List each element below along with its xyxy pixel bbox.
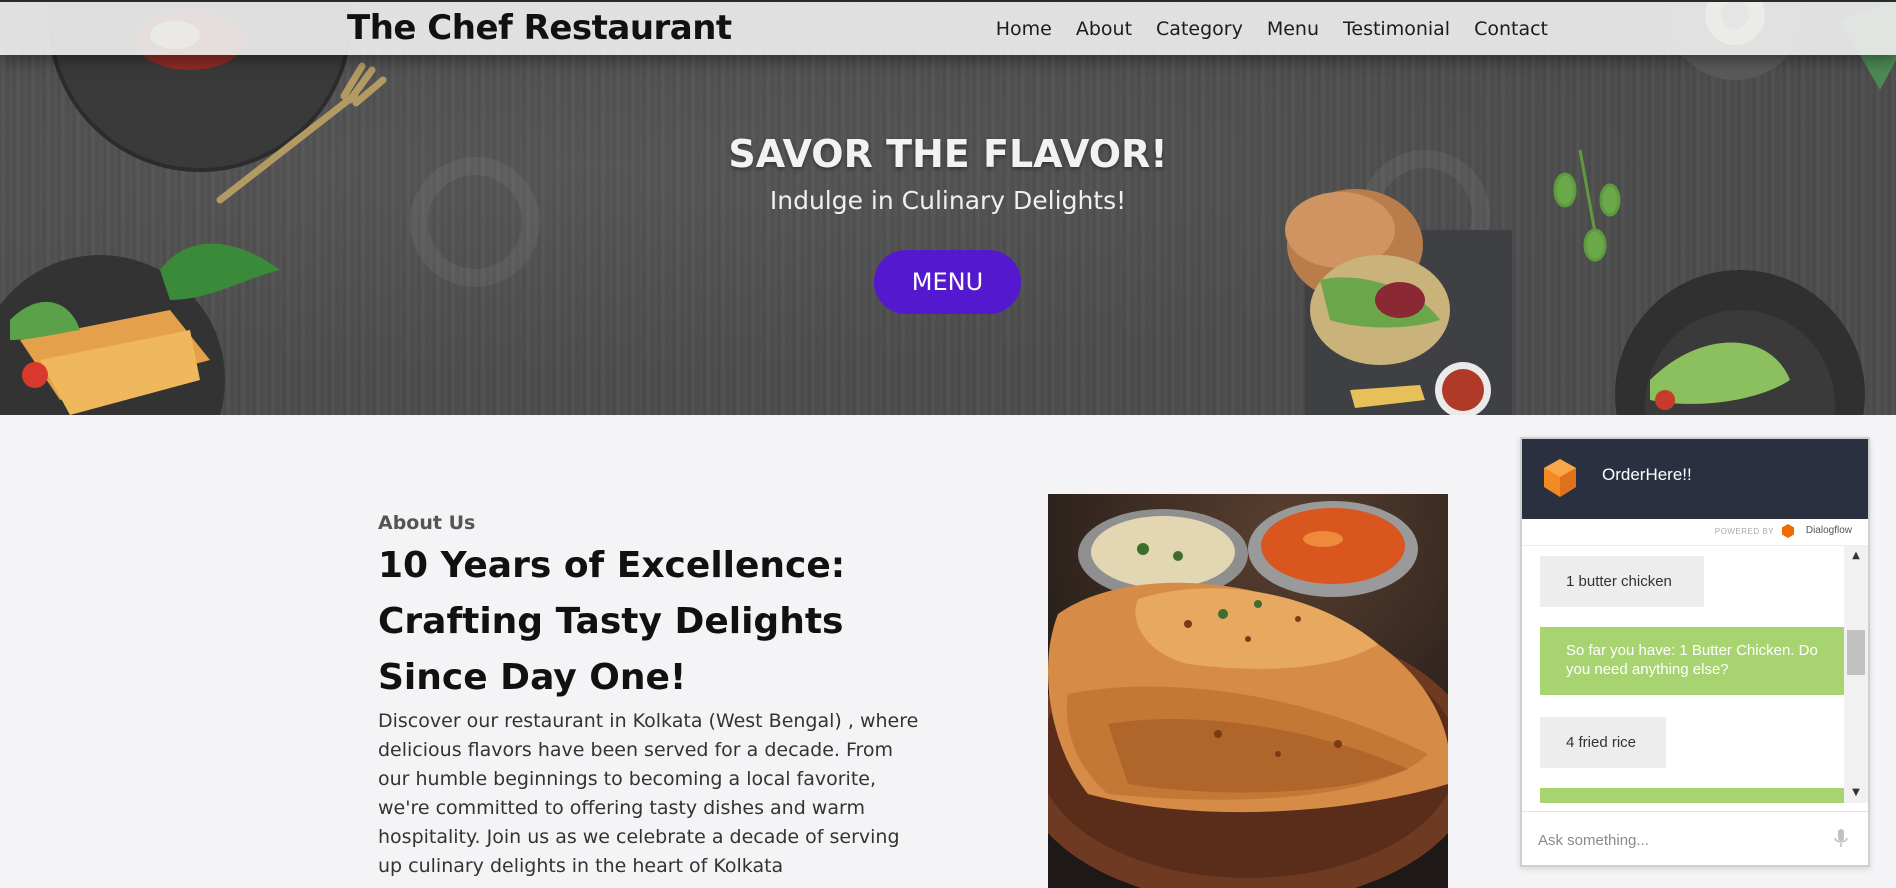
dosa-food-image [1048, 494, 1448, 888]
nav-about-link[interactable]: About [1076, 18, 1132, 40]
main-nav: Home About Category Menu Testimonial Con… [996, 18, 1548, 40]
chat-message-user: 1 butter chicken [1540, 556, 1704, 607]
about-description: Discover our restaurant in Kolkata (West… [378, 710, 919, 877]
nav-home-link[interactable]: Home [996, 18, 1052, 40]
chat-widget: OrderHere!! POWERED BY Dialogflow 1 butt… [1520, 437, 1870, 867]
about-title: 10 Years of Excellence: Crafting Tasty D… [378, 545, 846, 698]
chat-scrollbar[interactable]: ▲ ▼ [1844, 546, 1868, 803]
hero-title: SAVOR THE FLAVOR! [728, 132, 1168, 176]
scroll-up-arrow-icon[interactable]: ▲ [1850, 550, 1862, 562]
nav-category-link[interactable]: Category [1156, 18, 1243, 40]
chat-input[interactable] [1536, 822, 1820, 858]
scroll-thumb[interactable] [1847, 630, 1865, 675]
chat-message-bot: So far you have: 1 Butter Chicken. Do yo… [1540, 627, 1844, 695]
nav-contact-link[interactable]: Contact [1474, 18, 1548, 40]
chat-title: OrderHere!! [1602, 465, 1692, 484]
top-navbar: The Chef Restaurant Home About Category … [0, 0, 1896, 55]
dialogflow-brand: Dialogflow [1805, 525, 1852, 536]
powered-by-bar: POWERED BY Dialogflow [1522, 519, 1868, 546]
nav-testimonial-link[interactable]: Testimonial [1343, 18, 1450, 40]
nav-menu-link[interactable]: Menu [1267, 18, 1319, 40]
hero-subtitle: Indulge in Culinary Delights! [769, 186, 1127, 215]
chat-input-row [1522, 811, 1868, 865]
powered-by-label: POWERED BY [1714, 527, 1774, 536]
about-kicker: About Us [378, 512, 476, 534]
chat-header: OrderHere!! [1522, 439, 1868, 519]
dialogflow-logo-icon [1782, 524, 1794, 538]
chat-message-user: 4 fried rice [1540, 717, 1666, 768]
chat-message-bot [1540, 788, 1844, 803]
microphone-icon[interactable] [1832, 828, 1850, 850]
brand-logo[interactable]: The Chef Restaurant [347, 8, 732, 48]
chat-messages: 1 butter chicken So far you have: 1 Butt… [1522, 546, 1844, 803]
cube-logo-icon [1544, 459, 1576, 497]
hero-section: The Chef Restaurant Home About Category … [0, 0, 1896, 415]
scroll-down-arrow-icon[interactable]: ▼ [1850, 787, 1862, 799]
menu-button[interactable]: MENU [874, 250, 1021, 314]
